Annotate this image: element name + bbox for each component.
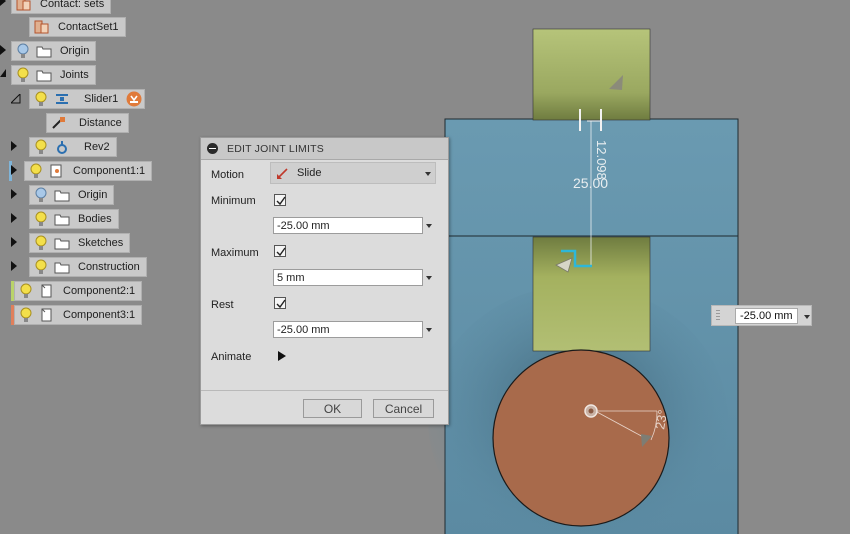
- tree-item-label: Origin: [60, 45, 90, 57]
- tree-item-label: Origin: [78, 189, 108, 201]
- tree-item-label: Construction: [78, 261, 140, 273]
- rest-input[interactable]: -25.00 mm: [273, 321, 423, 338]
- collapse-arrow-icon[interactable]: [0, 69, 10, 81]
- visibility-bulb-icon[interactable]: [19, 307, 33, 323]
- tree-item-joints[interactable]: Joints: [11, 65, 96, 85]
- tree-item-rev2[interactable]: Rev2: [29, 137, 117, 157]
- minimum-label: Minimum: [211, 195, 256, 207]
- motion-select[interactable]: Slide: [270, 162, 436, 184]
- tree-item-label: Slider1: [84, 93, 119, 105]
- slider-joint-icon: [56, 94, 68, 104]
- folder-icon: [36, 70, 52, 82]
- expand-arrow-icon[interactable]: [11, 213, 21, 225]
- slider-body-bottom: [532, 236, 651, 352]
- contact-sets-icon: [16, 0, 31, 11]
- contact-set-icon: [34, 20, 49, 34]
- tree-item-label: ContactSet1: [58, 21, 119, 33]
- slide-motion-icon: [277, 168, 288, 179]
- tree-item-label: Distance: [79, 117, 122, 129]
- tree-item-label: Component1:1: [73, 165, 146, 177]
- folder-icon: [54, 190, 70, 202]
- tree-item-component2[interactable]: Component2:1: [14, 281, 143, 301]
- tree-item-component3[interactable]: Component3:1: [14, 305, 143, 325]
- dialog-title: EDIT JOINT LIMITS: [227, 142, 324, 155]
- tree-item-label: Rev2: [84, 141, 110, 153]
- animate-label: Animate: [211, 351, 252, 363]
- tree-item-label: Bodies: [78, 213, 112, 225]
- collapse-icon[interactable]: [207, 143, 218, 154]
- tree-item-contactset1[interactable]: ContactSet1: [29, 17, 126, 37]
- folder-icon: [54, 214, 70, 226]
- chevron-down-icon[interactable]: [426, 276, 432, 280]
- edit-joint-limits-dialog: EDIT JOINT LIMITS Motion Slide Minimum -…: [200, 137, 449, 425]
- drag-grip-icon[interactable]: [716, 310, 720, 322]
- floating-distance-input: -25.00 mm: [711, 305, 812, 326]
- visibility-bulb-icon[interactable]: [34, 235, 48, 251]
- tree-item-label: Component3:1: [63, 309, 136, 321]
- tree-item-label: Joints: [60, 69, 89, 81]
- visibility-bulb-icon[interactable]: [34, 139, 48, 155]
- component-icon: [50, 164, 62, 178]
- chevron-down-icon[interactable]: [804, 315, 810, 319]
- distance-icon: [52, 117, 65, 129]
- folder-icon: [54, 262, 70, 274]
- expand-arrow-icon[interactable]: [0, 0, 10, 8]
- minimum-input[interactable]: -25.00 mm: [273, 217, 423, 234]
- tree-item-sketches[interactable]: Sketches: [29, 233, 131, 253]
- motion-value: Slide: [297, 167, 322, 179]
- visibility-bulb-icon[interactable]: [19, 283, 33, 299]
- visibility-bulb-icon[interactable]: [34, 211, 48, 227]
- visibility-bulb-icon[interactable]: [29, 163, 43, 179]
- tree-item-bodies[interactable]: Bodies: [29, 209, 119, 229]
- tree-item-component-origin[interactable]: Origin: [29, 185, 115, 205]
- rest-label: Rest: [211, 299, 234, 311]
- minimum-checkbox[interactable]: [274, 194, 286, 206]
- maximum-checkbox[interactable]: [274, 245, 286, 257]
- visibility-bulb-icon[interactable]: [34, 259, 48, 275]
- revolute-joint-icon: [57, 141, 67, 154]
- chevron-down-icon[interactable]: [426, 328, 432, 332]
- dialog-header[interactable]: EDIT JOINT LIMITS: [201, 138, 448, 160]
- visibility-bulb-icon[interactable]: [34, 187, 48, 203]
- tree-item-component1[interactable]: Component1:1: [24, 161, 153, 181]
- tree-item-origin[interactable]: Origin: [11, 41, 97, 61]
- component-icon: [41, 284, 52, 298]
- expand-arrow-icon[interactable]: [11, 189, 21, 201]
- slider-body-top: [532, 28, 651, 121]
- chevron-down-icon: [425, 172, 431, 176]
- visibility-bulb-icon[interactable]: [16, 43, 30, 59]
- tree-item-label: Sketches: [78, 237, 124, 249]
- tree-item-label: Contact: sets: [40, 0, 105, 10]
- play-icon[interactable]: [278, 351, 286, 361]
- dialog-footer: [201, 390, 448, 391]
- visibility-bulb-icon[interactable]: [34, 91, 48, 107]
- dimension-vertical-label: 12.098: [594, 140, 609, 180]
- expand-arrow-icon[interactable]: [11, 141, 21, 153]
- tree-item-slider1[interactable]: Slider1: [29, 89, 146, 109]
- collapse-arrow-icon[interactable]: [11, 94, 21, 106]
- expand-arrow-icon[interactable]: [11, 165, 21, 177]
- ok-button[interactable]: OK: [303, 399, 362, 418]
- tree-item-contact-sets[interactable]: Contact: sets: [11, 0, 112, 14]
- expand-arrow-icon[interactable]: [11, 261, 21, 273]
- floating-value-field[interactable]: -25.00 mm: [735, 308, 798, 324]
- maximum-input[interactable]: 5 mm: [273, 269, 423, 286]
- dimension-length-label: 25.00: [573, 175, 608, 191]
- tree-item-construction[interactable]: Construction: [29, 257, 147, 277]
- folder-icon: [36, 46, 52, 58]
- component-icon: [41, 308, 52, 322]
- chevron-down-icon[interactable]: [426, 224, 432, 228]
- tree-item-distance[interactable]: Distance: [46, 113, 129, 133]
- tree-item-label: Component2:1: [63, 285, 136, 297]
- cancel-button[interactable]: Cancel: [373, 399, 434, 418]
- expand-arrow-icon[interactable]: [0, 45, 10, 57]
- folder-icon: [54, 238, 70, 250]
- joint-warning-icon[interactable]: [126, 91, 142, 107]
- rest-checkbox[interactable]: [274, 297, 286, 309]
- visibility-bulb-icon[interactable]: [16, 67, 30, 83]
- expand-arrow-icon[interactable]: [11, 237, 21, 249]
- motion-label: Motion: [211, 169, 245, 181]
- maximum-label: Maximum: [211, 247, 259, 259]
